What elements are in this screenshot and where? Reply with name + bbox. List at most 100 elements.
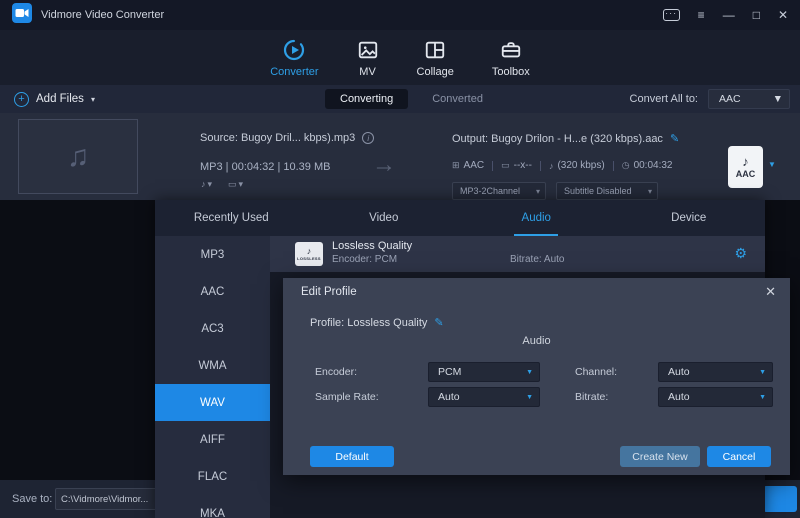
tab-recently-used[interactable]: Recently Used (155, 200, 308, 236)
file-meta: MP3 | 00:04:32 | 10.39 MB (200, 161, 330, 173)
app-title: Vidmore Video Converter (41, 9, 164, 21)
param-bitrate-group: ♪(320 kbps) (549, 160, 605, 171)
source-to-output-arrow-icon: → (372, 151, 396, 179)
tab-converter[interactable]: Converter (270, 38, 318, 78)
tab-converting[interactable]: Converting (325, 89, 408, 109)
chevron-down-icon: ▾ (91, 95, 95, 104)
dropdown-icon: ▼ (526, 394, 533, 401)
minimize-icon[interactable]: — (723, 9, 735, 21)
dialog-profile-label: Profile: Lossless Quality (310, 317, 427, 329)
form-row-1: Encoder: PCM ▼ Channel: Auto ▼ (283, 362, 790, 382)
add-files-button[interactable]: + Add Files ▾ (14, 85, 95, 113)
format-item-flac[interactable]: FLAC (155, 458, 270, 495)
subtitle-value: Subtitle Disabled (564, 186, 632, 196)
main-nav: Converter MV Collage (0, 30, 800, 85)
note-icon: ♪ (201, 179, 206, 189)
tab-mv-label: MV (359, 66, 376, 78)
tab-converter-label: Converter (270, 66, 318, 78)
audio-channel-select[interactable]: MP3-2Channel ▾ (452, 182, 546, 200)
output-params: ⊞AAC ▭--x-- ♪(320 kbps) ◷00:04:32 (452, 160, 673, 171)
profile-bitrate: Bitrate: Auto (510, 254, 564, 265)
title-bar: Vidmore Video Converter ··· ≡ — □ ✕ (0, 0, 800, 30)
lossless-badge-label: LOSSLESS (297, 256, 321, 261)
profile-name: Lossless Quality (332, 240, 412, 252)
save-to-label: Save to: (12, 493, 52, 505)
save-path-input[interactable]: C:\Vidmore\Vidmor... ⌄ (55, 488, 171, 510)
edit-icon[interactable]: ✎ (434, 316, 443, 329)
cancel-button[interactable]: Cancel (707, 446, 771, 467)
channel-label: Channel: (575, 366, 617, 378)
param-resolution-group: ▭--x-- (501, 160, 532, 171)
form-row-2: Sample Rate: Auto ▼ Bitrate: Auto ▼ (283, 387, 790, 407)
divider (540, 161, 541, 171)
subtitle-selector-icon[interactable]: ▭▾ (228, 179, 245, 190)
collage-icon (424, 38, 446, 62)
bitrate-icon: ♪ (549, 161, 554, 171)
resolution-icon: ▭ (501, 160, 510, 171)
tab-toolbox-label: Toolbox (492, 66, 530, 78)
convert-all-button[interactable] (763, 486, 797, 512)
toolbox-icon (500, 38, 522, 62)
divider (492, 161, 493, 171)
output-selects: MP3-2Channel ▾ Subtitle Disabled ▾ (452, 182, 658, 200)
format-item-mp3[interactable]: MP3 (155, 236, 270, 273)
create-new-button[interactable]: Create New (620, 446, 700, 467)
param-duration-group: ◷00:04:32 (622, 160, 673, 171)
tab-device[interactable]: Device (613, 200, 766, 236)
track-selectors: ♪▾ ▭▾ (201, 179, 245, 190)
edit-icon[interactable]: ✎ (670, 132, 679, 145)
convert-all-select[interactable]: AAC ▼ (708, 89, 790, 109)
close-icon[interactable]: ✕ (765, 284, 776, 300)
encoder-select[interactable]: PCM ▼ (428, 362, 540, 382)
maximize-icon[interactable]: □ (753, 9, 760, 21)
convert-all-group: Convert All to: AAC ▼ (630, 85, 790, 113)
tab-toolbox[interactable]: Toolbox (492, 38, 530, 78)
chevron-down-icon: ▾ (239, 179, 244, 189)
format-item-ac3[interactable]: AC3 (155, 310, 270, 347)
format-item-aiff[interactable]: AIFF (155, 421, 270, 458)
divider (613, 161, 614, 171)
tab-video[interactable]: Video (308, 200, 461, 236)
music-note-icon: ♫ (67, 140, 90, 174)
info-icon[interactable]: i (362, 132, 374, 144)
music-note-icon: ♪ (307, 247, 312, 256)
tab-audio[interactable]: Audio (460, 200, 613, 236)
param-format-group: ⊞AAC (452, 160, 484, 171)
tab-audio-label: Audio (522, 212, 551, 224)
feedback-icon[interactable]: ··· (663, 9, 680, 21)
clock-icon: ◷ (622, 160, 630, 171)
mv-icon (357, 38, 379, 62)
format-item-aac[interactable]: AAC (155, 273, 270, 310)
convert-status-tabs: Converting Converted (325, 85, 483, 113)
audio-channel-value: MP3-2Channel (460, 186, 520, 196)
chevron-down-icon: ▾ (536, 187, 540, 196)
tab-mv[interactable]: MV (357, 38, 379, 78)
dropdown-icon: ▼ (526, 369, 533, 376)
dialog-buttons: Default Create New Cancel (283, 446, 790, 468)
format-panel-tabs: Recently Used Video Audio Device (155, 200, 765, 236)
tab-converted[interactable]: Converted (432, 93, 483, 105)
subtitle-select[interactable]: Subtitle Disabled ▾ (556, 182, 658, 200)
close-icon[interactable]: ✕ (778, 9, 788, 21)
menu-icon[interactable]: ≡ (698, 9, 705, 21)
file-item-row: ♫ Source: Bugoy Dril... kbps).mp3 i MP3 … (0, 113, 800, 200)
format-sidebar: MP3 AAC AC3 WMA WAV AIFF FLAC MKA (155, 236, 270, 518)
param-format: AAC (464, 160, 485, 171)
gear-icon[interactable]: ⚙ (734, 245, 747, 262)
format-dropdown-icon[interactable]: ▼ (768, 160, 776, 169)
channel-select[interactable]: Auto ▼ (658, 362, 773, 382)
format-item-wav[interactable]: WAV (155, 384, 270, 421)
format-item-mka[interactable]: MKA (155, 495, 270, 518)
profile-info: Lossless Quality Encoder: PCM (332, 240, 412, 265)
format-item-wma[interactable]: WMA (155, 347, 270, 384)
default-button[interactable]: Default (310, 446, 394, 467)
tab-collage[interactable]: Collage (417, 38, 454, 78)
profile-row[interactable]: ♪ LOSSLESS Lossless Quality Encoder: PCM… (270, 236, 765, 272)
bitrate-value: Auto (668, 391, 690, 403)
file-thumbnail: ♫ (18, 119, 138, 194)
bitrate-select[interactable]: Auto ▼ (658, 387, 773, 407)
output-format-badge[interactable]: ♪ AAC (728, 146, 763, 188)
audio-track-selector-icon[interactable]: ♪▾ (201, 179, 214, 190)
sample-rate-select[interactable]: Auto ▼ (428, 387, 540, 407)
output-filename: Output: Bugoy Drilon - H...e (320 kbps).… (452, 133, 663, 145)
